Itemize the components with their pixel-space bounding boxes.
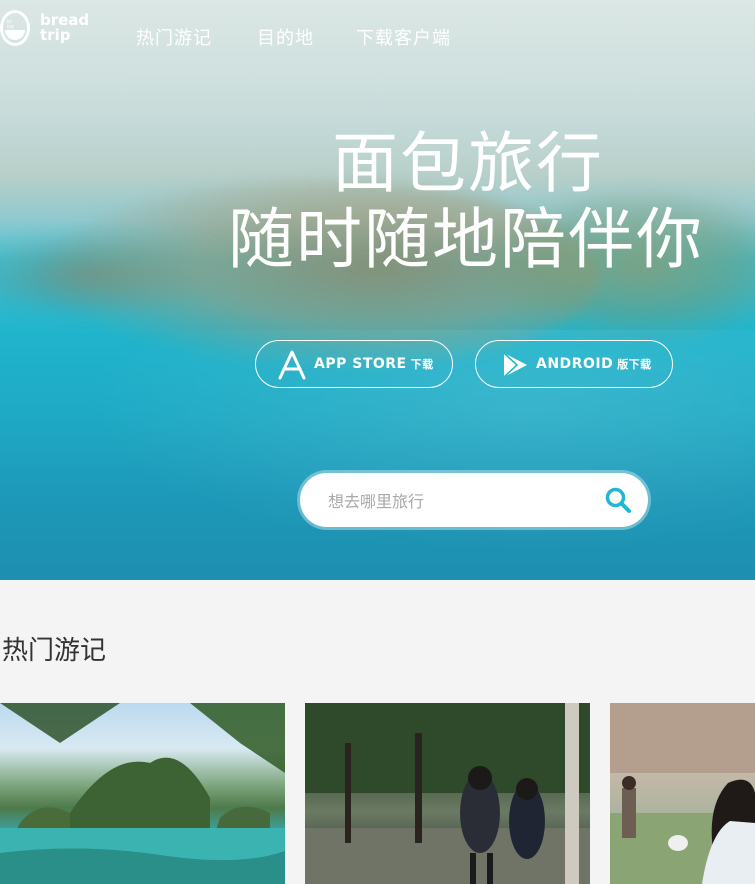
nav-link-download-client[interactable]: 下载客户端 [356, 24, 451, 50]
breadtrip-logo[interactable]: br trp bread trip [0, 10, 100, 52]
hero-title-line1: 面包旅行 [332, 125, 604, 202]
nav-link-hot-travelogs[interactable]: 热门游记 [136, 24, 212, 50]
hero-banner: br trp bread trip 热门游记 目的地 下载客户端 面包旅行 随时随… [0, 0, 755, 580]
travelogue-card[interactable] [610, 703, 755, 884]
android-label: ANDROID 版下载 [536, 356, 652, 372]
destination-search-box [300, 473, 648, 527]
top-nav: br trp bread trip 热门游记 目的地 下载客户端 [0, 0, 755, 66]
logo-wordmark: bread trip [40, 11, 90, 44]
section-title-hot-travelogs: 热门游记 [2, 636, 107, 666]
search-input[interactable] [326, 486, 590, 516]
travelogue-card[interactable] [0, 703, 285, 884]
card-photo-students [305, 703, 590, 884]
app-store-icon [278, 350, 306, 380]
nav-link-destinations[interactable]: 目的地 [257, 24, 314, 50]
card-photo-lagoon [0, 703, 285, 884]
search-icon[interactable] [604, 486, 632, 514]
travelogue-card[interactable] [305, 703, 590, 884]
android-download-button[interactable]: ANDROID 版下载 [475, 340, 673, 388]
hero-title-line2: 随时随地陪伴你 [228, 201, 704, 278]
app-store-download-button[interactable]: APP STORE 下载 [255, 340, 453, 388]
logo-mark-icon: br trp [0, 10, 30, 46]
google-play-icon [503, 352, 527, 378]
card-photo-girl [610, 703, 755, 884]
app-store-label: APP STORE 下载 [314, 356, 434, 372]
